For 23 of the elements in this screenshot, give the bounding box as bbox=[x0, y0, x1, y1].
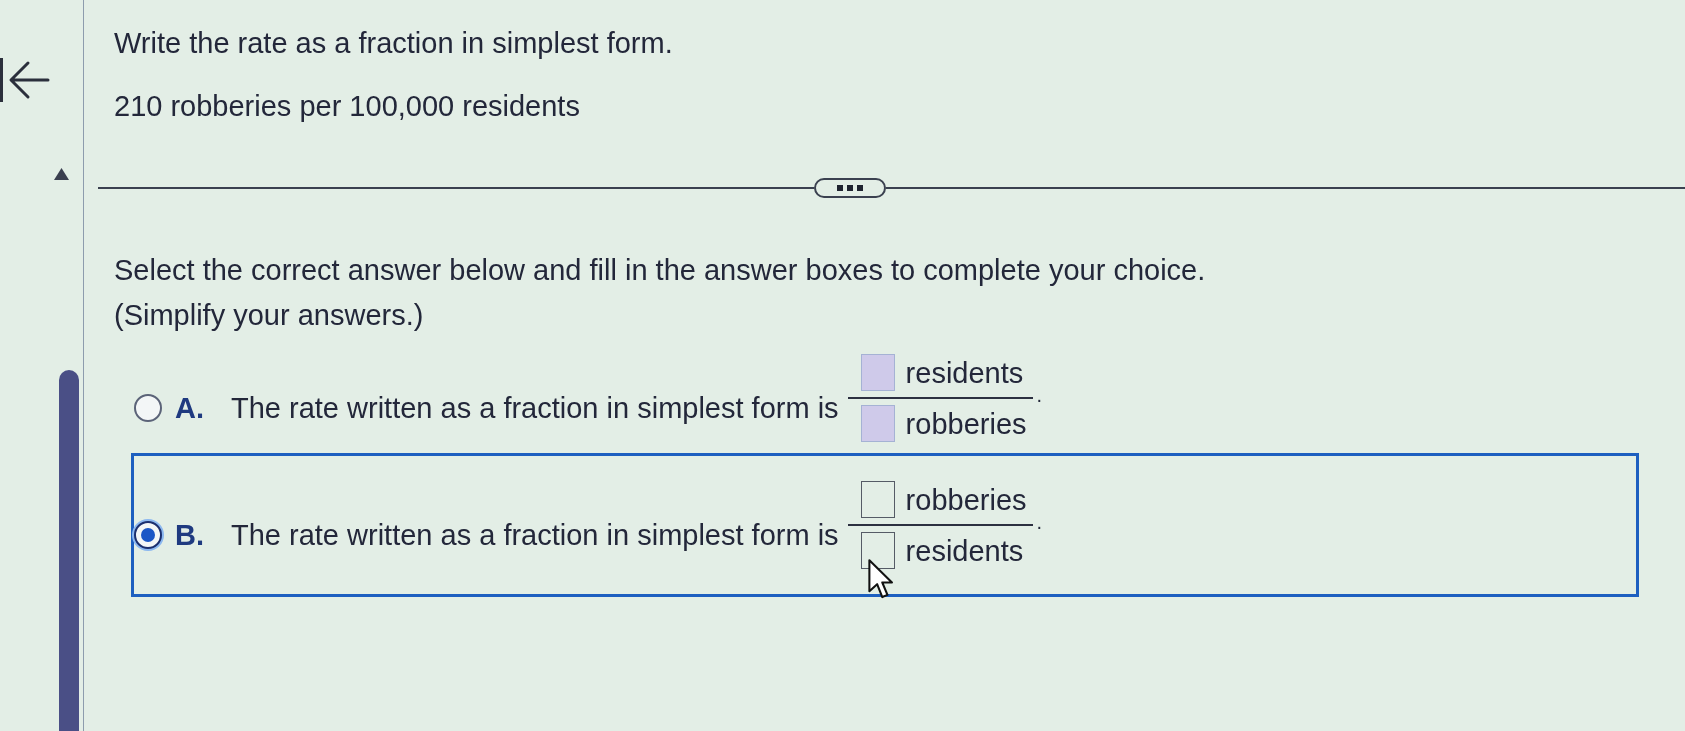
question-text: Write the rate as a fraction in simplest form. bbox=[114, 26, 673, 60]
radio-button[interactable] bbox=[134, 521, 162, 549]
choice-text: The rate written as a fraction in simplest form is bbox=[231, 391, 839, 425]
choice-letter: A. bbox=[175, 391, 205, 425]
unit-label: residents bbox=[905, 533, 1024, 568]
back-arrow-icon bbox=[0, 58, 50, 102]
rate-statement: 210 robberies per 100,000 residents bbox=[114, 89, 580, 123]
unit-label: robberies bbox=[905, 482, 1027, 517]
end-period: . bbox=[1036, 512, 1043, 532]
choice-letter: B. bbox=[175, 518, 205, 552]
hint-text: (Simplify your answers.) bbox=[114, 298, 424, 333]
radio-button[interactable] bbox=[134, 394, 162, 422]
scrollbar-thumb[interactable] bbox=[59, 370, 79, 731]
mouse-pointer-icon bbox=[867, 559, 894, 599]
choice-text: The rate written as a fraction in simplest form is bbox=[231, 518, 839, 552]
end-period: . bbox=[1036, 385, 1043, 405]
back-button[interactable] bbox=[0, 58, 50, 102]
expand-button[interactable] bbox=[814, 178, 886, 198]
unit-label: residents bbox=[905, 355, 1024, 390]
ellipsis-icon bbox=[837, 185, 863, 191]
unit-label: robberies bbox=[905, 406, 1027, 441]
instruction-text: Select the correct answer below and fill in the answer boxes to complete your choice. bbox=[114, 253, 1206, 288]
scroll-up-icon[interactable] bbox=[54, 168, 69, 180]
